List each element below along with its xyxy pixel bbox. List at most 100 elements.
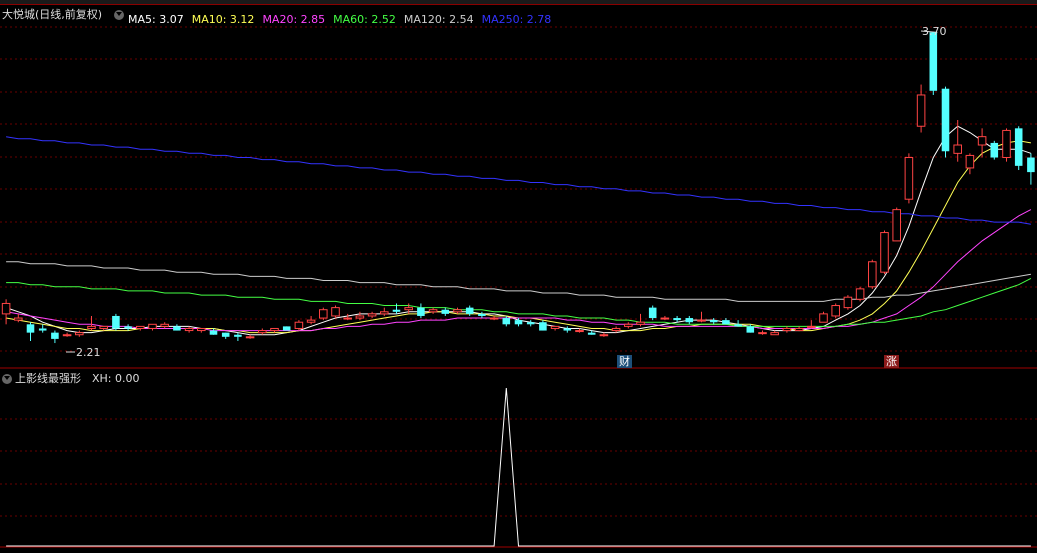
- candle-body: [831, 305, 840, 317]
- candle-body: [636, 321, 645, 325]
- ma-legend: MA5: 3.07 MA10: 3.12 MA20: 2.85 MA60: 2.52 M…: [128, 8, 559, 26]
- top-bar: [0, 0, 1037, 5]
- candle-body: [441, 309, 450, 314]
- candle-body: [1002, 129, 1011, 159]
- candle-body: [417, 307, 425, 316]
- candle-body: [770, 332, 779, 336]
- candle-body: [221, 332, 230, 337]
- candle-body: [99, 325, 108, 329]
- ma-label: MA10: 3.12: [191, 13, 255, 26]
- candle-body: [136, 325, 145, 329]
- candle-body: [599, 334, 609, 337]
- candle-body: [539, 322, 547, 331]
- candle-body: [746, 326, 755, 333]
- candle-body: [51, 332, 59, 339]
- candle-body: [965, 154, 975, 169]
- candle-body: [1014, 128, 1023, 166]
- candle-body: [294, 321, 304, 329]
- candle-body: [404, 307, 413, 311]
- chart-canvas: [0, 26, 1037, 548]
- candle-body: [38, 328, 47, 331]
- candle-body: [478, 313, 486, 316]
- candle-body: [734, 324, 742, 327]
- candle-body: [941, 88, 950, 152]
- candle-body: [673, 318, 681, 321]
- high-price-label: 3.70: [922, 25, 947, 38]
- candle-body: [26, 324, 35, 333]
- candle-body: [1027, 157, 1035, 173]
- candle-body: [184, 327, 194, 332]
- candle-body: [331, 307, 340, 317]
- sub-dropdown-icon[interactable]: [2, 374, 12, 384]
- candle-body: [855, 288, 865, 300]
- candle-body: [880, 232, 889, 273]
- candle-body: [807, 325, 816, 328]
- candle-body: [355, 315, 365, 319]
- ma-line-ma250: [6, 136, 1031, 225]
- candle-body: [575, 330, 584, 333]
- ma-line-ma10: [6, 140, 1031, 334]
- candle-body: [758, 332, 767, 335]
- ma-label: MA120: 2.54: [403, 13, 474, 26]
- candle-body: [319, 309, 328, 319]
- candle-body: [282, 326, 291, 331]
- candle-body: [563, 328, 572, 331]
- ma-label: MA250: 2.78: [481, 13, 552, 26]
- candlestick-series: [1, 32, 1035, 344]
- candle-body: [709, 320, 718, 323]
- finance-event-tag[interactable]: 财: [617, 355, 632, 368]
- candle-body: [1, 302, 11, 315]
- candle-body: [892, 209, 901, 242]
- candle-body: [502, 318, 511, 325]
- ma-label: MA20: 2.85: [262, 13, 326, 26]
- candle-body: [868, 261, 877, 288]
- candle-body: [489, 317, 499, 320]
- candle-body: [428, 309, 438, 313]
- moving-average-lines: [5, 125, 1032, 336]
- xh-indicator-line: [6, 387, 1031, 547]
- indicator-line: [6, 387, 1031, 547]
- indicator-value: XH: 0.00: [92, 372, 140, 385]
- candle-body: [660, 317, 670, 320]
- candle-body: [929, 32, 938, 91]
- dropdown-icon[interactable]: [114, 10, 124, 20]
- candle-body: [514, 320, 523, 325]
- candle-body: [916, 94, 926, 127]
- candle-body: [722, 320, 730, 325]
- candle-body: [245, 336, 255, 339]
- ma-label: MA5: 3.07: [128, 13, 184, 26]
- candle-body: [367, 313, 377, 317]
- candle-body: [611, 327, 621, 332]
- candle-body: [173, 326, 181, 331]
- ma-line-ma5: [5, 125, 1032, 336]
- candle-body: [270, 327, 279, 332]
- candle-body: [112, 315, 120, 329]
- candle-body: [977, 136, 987, 146]
- candle-body: [587, 332, 596, 335]
- indicator-name[interactable]: 上影线最强形: [15, 372, 81, 386]
- candle-body: [62, 334, 72, 337]
- candle-body: [160, 323, 169, 327]
- stock-title[interactable]: 大悦城(日线,前复权): [2, 8, 102, 22]
- candle-body: [209, 330, 218, 335]
- candle-body: [794, 327, 804, 332]
- candle-body: [843, 296, 853, 309]
- candle-body: [697, 319, 706, 322]
- candle-body: [234, 334, 242, 337]
- candle-body: [148, 323, 157, 329]
- candle-body: [392, 309, 401, 312]
- candle-body: [258, 330, 267, 334]
- candle-body: [465, 307, 474, 314]
- candle-body: [648, 307, 657, 319]
- grid-lines: [0, 26, 1037, 548]
- rise-event-tag[interactable]: 涨: [884, 355, 899, 368]
- candle-body: [819, 313, 828, 323]
- candle-body: [904, 157, 914, 200]
- candle-body: [782, 327, 792, 332]
- candle-body: [14, 317, 23, 321]
- candle-body: [953, 144, 962, 154]
- candle-body: [624, 323, 633, 327]
- candle-body: [990, 142, 999, 158]
- ma-label: MA60: 2.52: [333, 13, 396, 26]
- candle-body: [380, 311, 389, 315]
